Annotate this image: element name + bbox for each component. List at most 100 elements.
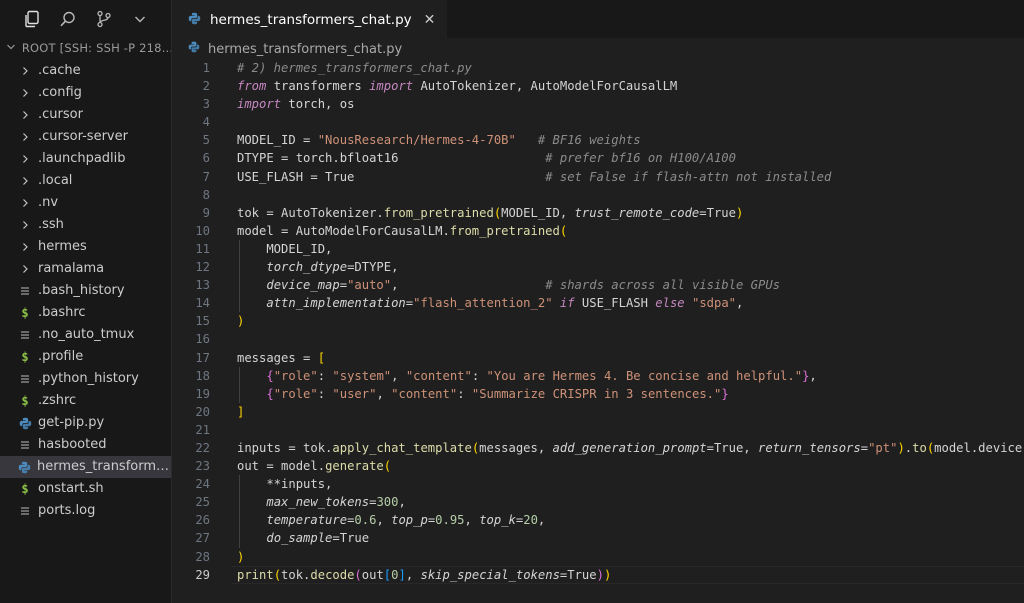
explorer-item[interactable]: .local — [0, 170, 171, 192]
code-line[interactable]: 21 — [172, 421, 1024, 439]
shell-file-icon: $ — [21, 350, 29, 364]
code-line[interactable]: 17 messages = [ — [172, 349, 1024, 367]
code-line[interactable]: 22 inputs = tok.apply_chat_template(messa… — [172, 439, 1024, 457]
shell-file-icon: $ — [21, 482, 29, 496]
explorer-item[interactable]: .cache — [0, 60, 171, 82]
explorer-item[interactable]: hermes — [0, 236, 171, 258]
chevron-right-icon — [18, 110, 32, 120]
tab-hermes-transformers-chat[interactable]: hermes_transformers_chat.py ✕ — [172, 0, 448, 39]
code-line[interactable]: 1 # 2) hermes_transformers_chat.py — [172, 59, 1024, 77]
line-number: 11 — [195, 241, 210, 256]
code-line[interactable]: 24 **inputs, — [172, 475, 1024, 493]
code-line[interactable]: 18 {"role": "system", "content": "You ar… — [172, 367, 1024, 385]
explorer-item[interactable]: .config — [0, 82, 171, 104]
code-line[interactable]: 14 attn_implementation="flash_attention_… — [172, 294, 1024, 312]
explorer-icon[interactable] — [22, 9, 42, 29]
breadcrumb-file[interactable]: hermes_transformers_chat.py — [208, 42, 402, 57]
code-line[interactable]: 12 torch_dtype=DTYPE, — [172, 258, 1024, 276]
explorer-item-label: .cache — [38, 63, 81, 78]
code-line[interactable]: 2 from transformers import AutoTokenizer,… — [172, 77, 1024, 95]
code-line[interactable]: 28) — [172, 548, 1024, 566]
line-number: 5 — [202, 133, 210, 148]
code-line[interactable]: 3 import torch, os — [172, 95, 1024, 113]
code-text: out = model.generate( — [237, 459, 392, 474]
line-number: 28 — [195, 549, 210, 564]
chevron-right-icon — [18, 198, 32, 208]
code-text: **inputs, — [237, 477, 333, 492]
code-line[interactable]: 4 — [172, 113, 1024, 131]
chevron-right-icon — [18, 88, 32, 98]
explorer-item[interactable]: .python_history — [0, 368, 171, 390]
code-line[interactable]: 10 model = AutoModelForCausalLM.from_pret… — [172, 222, 1024, 240]
explorer-item[interactable]: .cursor-server — [0, 126, 171, 148]
code-line[interactable]: 20] — [172, 403, 1024, 421]
code-line[interactable]: 7 USE_FLASH = True # set False if flash-a… — [172, 168, 1024, 186]
code-line[interactable]: 13 device_map="auto", # shards across al… — [172, 276, 1024, 294]
explorer-item-label: hermes — [38, 239, 87, 254]
code-text: MODEL_ID = "NousResearch/Hermes-4-70B" #… — [237, 133, 641, 148]
code-text: USE_FLASH = True # set False if flash-at… — [237, 169, 832, 184]
explorer-item[interactable]: hermes_transformers_chat.py — [0, 456, 171, 478]
explorer-item-label: get-pip.py — [38, 415, 105, 430]
explorer-item[interactable]: hasbooted — [0, 434, 171, 456]
text-file-icon — [18, 329, 32, 341]
code-line[interactable]: 25 max_new_tokens=300, — [172, 493, 1024, 511]
code-line[interactable]: 5 MODEL_ID = "NousResearch/Hermes-4-70B" … — [172, 131, 1024, 149]
shell-file-icon: $ — [21, 306, 29, 320]
code-line[interactable]: 9 tok = AutoTokenizer.from_pretrained(MOD… — [172, 204, 1024, 222]
explorer-item-label: .cursor-server — [38, 129, 128, 144]
explorer-item-label: .ssh — [38, 217, 64, 232]
close-icon[interactable]: ✕ — [424, 12, 436, 28]
explorer-item[interactable]: .no_auto_tmux — [0, 324, 171, 346]
explorer-root-header[interactable]: ROOT [SSH: SSH -P 218... — [0, 38, 171, 58]
code-text: ) — [237, 549, 245, 564]
code-line[interactable]: 27 do_sample=True — [172, 529, 1024, 547]
source-control-icon[interactable] — [94, 9, 114, 29]
code-line[interactable]: 15) — [172, 312, 1024, 330]
code-text: tok = AutoTokenizer.from_pretrained(MODE… — [237, 205, 744, 220]
line-number: 27 — [195, 531, 210, 546]
breadcrumb: hermes_transformers_chat.py — [172, 38, 1024, 60]
search-icon[interactable] — [58, 9, 78, 29]
code-text: do_sample=True — [266, 531, 370, 546]
code-text: inputs = tok.apply_chat_template(message… — [237, 440, 1024, 455]
explorer-item[interactable]: .ssh — [0, 214, 171, 236]
explorer-item[interactable]: ports.log — [0, 500, 171, 522]
code-line[interactable]: 19 {"role": "user", "content": "Summariz… — [172, 385, 1024, 403]
file-tree: .cache .config .cursor .cursor-server .launc… — [0, 60, 171, 522]
line-number: 7 — [202, 169, 210, 184]
chevron-down-icon[interactable] — [130, 9, 150, 29]
code-line[interactable]: 29 print(tok.decode(out[0], skip_special_… — [172, 565, 1024, 584]
text-file-icon — [18, 373, 32, 385]
explorer-item[interactable]: .bash_history — [0, 280, 171, 302]
explorer-item[interactable]: $ .zshrc — [0, 390, 171, 412]
explorer-item[interactable]: .launchpadlib — [0, 148, 171, 170]
code-line[interactable]: 11 MODEL_ID, — [172, 240, 1024, 258]
explorer-item[interactable]: $ onstart.sh — [0, 478, 171, 500]
explorer-item[interactable]: $ .bashrc — [0, 302, 171, 324]
code-line[interactable]: 6 DTYPE = torch.bfloat16 # prefer bf16 on… — [172, 149, 1024, 167]
line-number: 12 — [195, 260, 210, 275]
code-line[interactable]: 23 out = model.generate( — [172, 457, 1024, 475]
explorer-item[interactable]: get-pip.py — [0, 412, 171, 434]
code-text: {"role": "user", "content": "Summarize C… — [266, 386, 729, 401]
chevron-right-icon — [18, 66, 32, 76]
line-number: 8 — [202, 187, 210, 202]
code-editor[interactable]: 1 # 2) hermes_transformers_chat.py 2 from t… — [172, 59, 1024, 603]
code-line[interactable]: 16 — [172, 330, 1024, 348]
explorer-item[interactable]: .cursor — [0, 104, 171, 126]
explorer-item[interactable]: ramalama — [0, 258, 171, 280]
sidebar-toolbar — [0, 0, 171, 38]
line-number: 14 — [195, 296, 210, 311]
code-line[interactable]: 26 temperature=0.6, top_p=0.95, top_k=20… — [172, 511, 1024, 529]
line-number: 17 — [195, 350, 210, 365]
explorer-item-label: .launchpadlib — [38, 151, 126, 166]
explorer-item[interactable]: .nv — [0, 192, 171, 214]
code-line[interactable]: 8 — [172, 186, 1024, 204]
explorer-item[interactable]: $ .profile — [0, 346, 171, 368]
chevron-down-icon — [6, 38, 18, 58]
chevron-right-icon — [18, 264, 32, 274]
python-file-icon — [18, 417, 32, 430]
code-text: torch_dtype=DTYPE, — [266, 260, 399, 275]
code-text: DTYPE = torch.bfloat16 # prefer bf16 on … — [237, 151, 736, 166]
